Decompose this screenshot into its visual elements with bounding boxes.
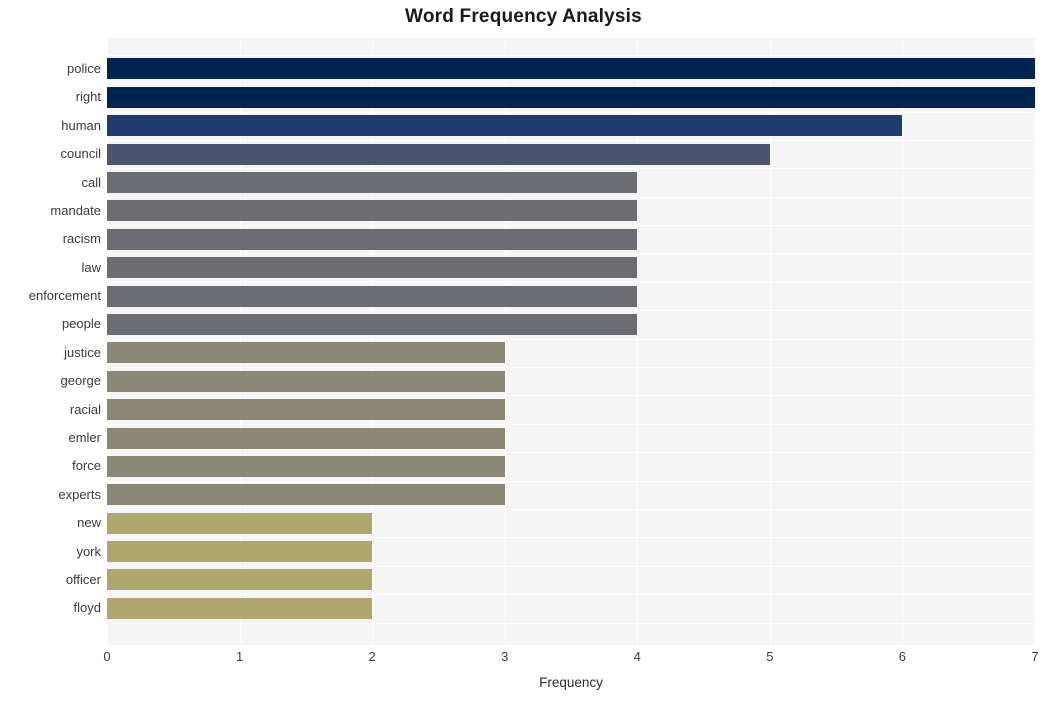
y-gridline <box>107 225 1035 226</box>
x-tick-label: 3 <box>501 649 509 664</box>
y-tick-label: call <box>81 175 101 190</box>
y-tick-label: racism <box>62 231 101 246</box>
y-gridline <box>107 509 1035 510</box>
y-gridline <box>107 339 1035 340</box>
bar <box>107 598 372 619</box>
y-gridline <box>107 55 1035 56</box>
x-tick-label: 4 <box>633 649 641 664</box>
y-tick-label: law <box>81 260 101 275</box>
bar <box>107 371 505 392</box>
x-gridline <box>1035 38 1036 645</box>
y-tick-label: floyd <box>73 600 101 615</box>
bar <box>107 541 372 562</box>
y-tick-label: experts <box>58 487 101 502</box>
bar <box>107 115 902 136</box>
bar <box>107 456 505 477</box>
x-axis-title: Frequency <box>539 675 603 690</box>
y-gridline <box>107 623 1035 624</box>
y-tick-label: york <box>76 544 101 559</box>
y-tick-label: justice <box>64 345 101 360</box>
y-tick-label: people <box>61 316 101 331</box>
y-gridline <box>107 566 1035 567</box>
y-tick-label: mandate <box>50 203 101 218</box>
x-gridline <box>902 38 904 645</box>
bar <box>107 484 505 505</box>
y-tick-label: police <box>67 61 101 76</box>
bar <box>107 200 637 221</box>
y-tick-label: racial <box>69 402 101 417</box>
y-tick-label: new <box>77 515 101 530</box>
y-tick-label: george <box>60 373 101 388</box>
bar <box>107 399 505 420</box>
y-gridline <box>107 452 1035 453</box>
y-gridline <box>107 253 1035 254</box>
y-tick-label: council <box>60 146 101 161</box>
y-tick-label: emler <box>68 430 101 445</box>
bar <box>107 257 637 278</box>
bar <box>107 342 505 363</box>
y-gridline <box>107 83 1035 84</box>
bar <box>107 428 505 449</box>
bar <box>107 87 1035 108</box>
y-gridline <box>107 310 1035 311</box>
y-tick-label: right <box>75 89 101 104</box>
y-tick-label: enforcement <box>28 288 101 303</box>
bar <box>107 172 637 193</box>
y-axis-labels: police right human council call mandate racism… <box>0 38 101 645</box>
x-tick-label: 6 <box>898 649 907 664</box>
y-gridline <box>107 282 1035 283</box>
plot-area <box>107 38 1036 645</box>
y-gridline <box>107 112 1035 113</box>
x-tick-label: 0 <box>103 649 111 664</box>
x-tick-label: 7 <box>1031 649 1039 664</box>
y-gridline <box>107 197 1035 198</box>
bar <box>107 314 637 335</box>
y-tick-label: human <box>61 118 101 133</box>
x-axis-ticks: 0 1 2 3 4 5 6 7 <box>103 649 1039 669</box>
y-tick-label: force <box>72 458 101 473</box>
x-tick-label: 1 <box>235 649 244 664</box>
y-gridline <box>107 424 1035 425</box>
bar <box>107 513 372 534</box>
y-gridline <box>107 367 1035 368</box>
y-gridline <box>107 481 1035 482</box>
y-gridline <box>107 140 1035 141</box>
bar <box>107 144 770 165</box>
bar <box>107 58 1035 79</box>
bar <box>107 229 637 250</box>
bar <box>107 286 637 307</box>
y-tick-label: officer <box>65 572 101 587</box>
y-gridline <box>107 537 1035 538</box>
y-gridline <box>107 395 1035 396</box>
x-tick-label: 2 <box>368 649 376 664</box>
chart-title: Word Frequency Analysis <box>405 6 642 27</box>
x-tick-label: 5 <box>766 649 774 664</box>
word-frequency-chart: Word Frequency Analysis police right human… <box>0 0 1047 701</box>
bar <box>107 569 372 590</box>
y-gridline <box>107 168 1035 169</box>
y-gridline <box>107 594 1035 595</box>
